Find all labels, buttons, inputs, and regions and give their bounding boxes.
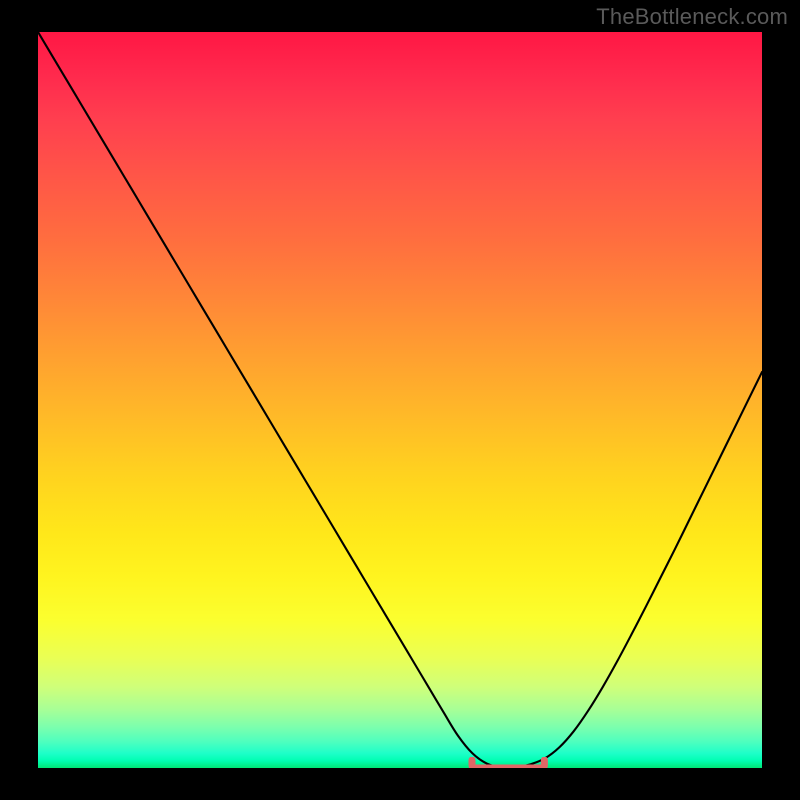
outer-frame: TheBottleneck.com xyxy=(0,0,800,800)
bottleneck-curve xyxy=(38,32,762,768)
plot-area xyxy=(38,32,762,768)
optimal-range-marker xyxy=(464,757,552,768)
watermark-text: TheBottleneck.com xyxy=(596,4,788,30)
